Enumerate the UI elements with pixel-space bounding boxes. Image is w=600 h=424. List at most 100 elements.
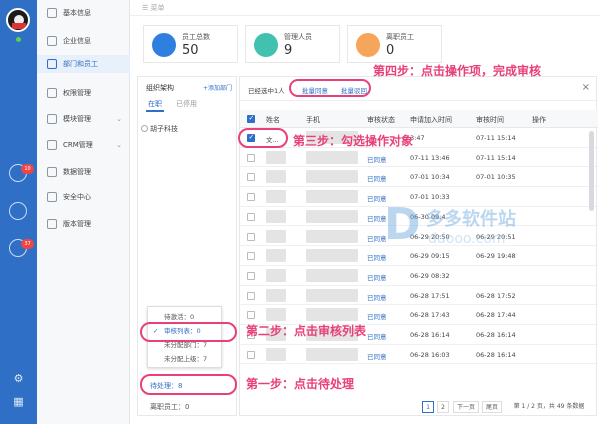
col-phone: 手机 bbox=[306, 116, 320, 124]
row-checkbox[interactable] bbox=[247, 350, 255, 359]
cell-review-time: 06-28 16:14 bbox=[476, 331, 516, 339]
redacted-name bbox=[266, 268, 286, 282]
cell-review-time: 06-28 17:44 bbox=[476, 311, 516, 320]
annotation-step4: 第四步：点击操作项，完成审核 bbox=[373, 64, 542, 78]
resigned-link[interactable]: 离职员工：0 bbox=[150, 402, 189, 412]
nav-item-basic-info[interactable]: 基本信息 bbox=[37, 4, 130, 22]
row-checkbox[interactable] bbox=[247, 291, 255, 300]
nav-label: 企业信息 bbox=[63, 37, 91, 45]
nav-item-modules[interactable]: 模块管理 ⌄ bbox=[37, 110, 130, 128]
nav-label: CRM管理 bbox=[63, 141, 93, 149]
nav-item-version[interactable]: 版本管理 bbox=[37, 215, 130, 233]
redacted-phone bbox=[306, 288, 358, 302]
org-tree-node[interactable]: 胡子科技 bbox=[141, 124, 178, 134]
add-department-button[interactable]: +添加部门 bbox=[203, 83, 232, 92]
tab-disabled[interactable]: 已停用 bbox=[176, 99, 197, 109]
col-name: 姓名 bbox=[266, 116, 280, 124]
cell-status: 已同意 bbox=[367, 333, 387, 341]
person-icon bbox=[152, 33, 176, 57]
shield-icon bbox=[47, 192, 57, 202]
close-icon[interactable]: × bbox=[582, 82, 590, 93]
cell-review-time: 06-28 17:52 bbox=[476, 291, 516, 300]
nav-item-departments[interactable]: 部门和员工 bbox=[37, 55, 130, 73]
nav-item-company-info[interactable]: 企业信息 bbox=[37, 32, 130, 50]
table-row[interactable]: 已同意 06-28 16:03 06-28 16:14 bbox=[240, 345, 598, 365]
table-row[interactable]: 已同意 07-01 10:34 07-01 10:35 bbox=[240, 167, 598, 188]
cell-status: 已同意 bbox=[367, 273, 387, 282]
user-avatar[interactable] bbox=[6, 8, 30, 32]
nav-label: 版本管理 bbox=[63, 220, 91, 228]
annotation-step2: 第二步：点击审核列表 bbox=[246, 324, 367, 338]
next-page-button[interactable]: 下一页 bbox=[453, 401, 479, 413]
cell-status: 已同意 bbox=[367, 155, 387, 164]
table-row[interactable]: 已同意 07-11 13:46 07-11 15:14 bbox=[240, 148, 598, 168]
nav-item-data[interactable]: 数据管理 bbox=[37, 163, 130, 181]
nav-label: 数据管理 bbox=[63, 168, 91, 176]
page-2-button[interactable]: 2 bbox=[437, 401, 449, 413]
grid-icon[interactable]: ▦ bbox=[12, 395, 25, 408]
scrollbar[interactable] bbox=[589, 131, 594, 211]
lock-icon bbox=[47, 88, 57, 98]
table-row[interactable]: 已同意 06-28 17:51 06-28 17:52 bbox=[240, 286, 598, 306]
stat-value: 0 bbox=[386, 43, 395, 58]
cell-apply-time: 07-01 10:34 bbox=[410, 173, 450, 182]
annotation-box-step2 bbox=[140, 322, 237, 342]
menu-toggle[interactable]: ☰ 菜单 bbox=[142, 3, 165, 13]
tab-active[interactable]: 在职 bbox=[148, 99, 162, 109]
table-row[interactable]: 已同意 06-29 08:32 bbox=[240, 266, 598, 286]
top-bar: ☰ 菜单 bbox=[130, 0, 600, 16]
contacts-icon[interactable] bbox=[9, 202, 27, 220]
row-checkbox[interactable] bbox=[247, 232, 255, 241]
chat-badge: 10 bbox=[21, 164, 34, 174]
left-rail: 10 37 ⚙ ▦ bbox=[0, 0, 37, 424]
popup-item-no-superior[interactable]: 未分配上级：7 bbox=[148, 352, 223, 366]
nav-label: 基本信息 bbox=[63, 9, 91, 17]
col-review-time: 审核时间 bbox=[476, 116, 504, 124]
watermark-logo: D bbox=[384, 199, 421, 250]
nav-label: 部门和员工 bbox=[63, 60, 98, 68]
row-checkbox[interactable] bbox=[247, 252, 255, 261]
watermark-url: ddooo.com bbox=[428, 231, 506, 247]
nav-item-security[interactable]: 安全中心 bbox=[37, 188, 130, 206]
col-apply-time: 申请加入时间 bbox=[410, 116, 452, 124]
resigned-icon bbox=[356, 33, 380, 57]
last-page-button[interactable]: 尾页 bbox=[482, 401, 502, 413]
data-icon bbox=[47, 167, 57, 177]
stat-value: 9 bbox=[284, 43, 293, 58]
tab-indicator bbox=[146, 110, 164, 112]
row-checkbox[interactable] bbox=[247, 193, 255, 202]
nav-item-permissions[interactable]: 权限管理 bbox=[37, 84, 130, 102]
select-all-checkbox[interactable] bbox=[247, 114, 255, 123]
redacted-phone bbox=[306, 347, 358, 361]
annotation-box-step1 bbox=[140, 374, 237, 395]
redacted-phone bbox=[306, 308, 358, 322]
col-status: 审核状态 bbox=[367, 116, 395, 124]
row-checkbox[interactable] bbox=[247, 311, 255, 320]
cell-review-time: 07-11 15:14 bbox=[476, 134, 516, 142]
nav-item-crm[interactable]: CRM管理 ⌄ bbox=[37, 136, 130, 154]
row-checkbox[interactable] bbox=[247, 173, 255, 182]
online-status-dot bbox=[16, 37, 21, 42]
selection-count: 已经选中1人 bbox=[248, 87, 285, 95]
annotation-box-step4 bbox=[289, 79, 371, 97]
redacted-phone bbox=[306, 229, 358, 243]
stat-card-total: 员工总数 50 bbox=[143, 25, 238, 63]
apps-badge: 37 bbox=[21, 239, 34, 249]
redacted-phone bbox=[306, 190, 358, 204]
gear-icon bbox=[254, 33, 278, 57]
redacted-name bbox=[266, 249, 286, 263]
row-checkbox[interactable] bbox=[247, 153, 255, 162]
nav-label: 安全中心 bbox=[63, 193, 91, 201]
row-checkbox[interactable] bbox=[247, 271, 255, 280]
stat-card-managers: 管理人员 9 bbox=[245, 25, 340, 63]
module-icon bbox=[47, 114, 57, 124]
redacted-name bbox=[266, 288, 286, 302]
app-window: 10 37 ⚙ ▦ 基本信息 企业信息 部门和员工 权限管理 模块管理 ⌄ CRM… bbox=[0, 0, 600, 424]
page-1-button[interactable]: 1 bbox=[422, 401, 434, 413]
cell-apply-time: 06-28 17:43 bbox=[410, 311, 450, 320]
settings-icon[interactable]: ⚙ bbox=[12, 372, 25, 385]
watermark-title: 多多软件站 bbox=[426, 209, 516, 230]
row-checkbox[interactable] bbox=[247, 212, 255, 221]
cell-status: 已同意 bbox=[367, 293, 387, 302]
nav-label: 权限管理 bbox=[63, 89, 91, 97]
